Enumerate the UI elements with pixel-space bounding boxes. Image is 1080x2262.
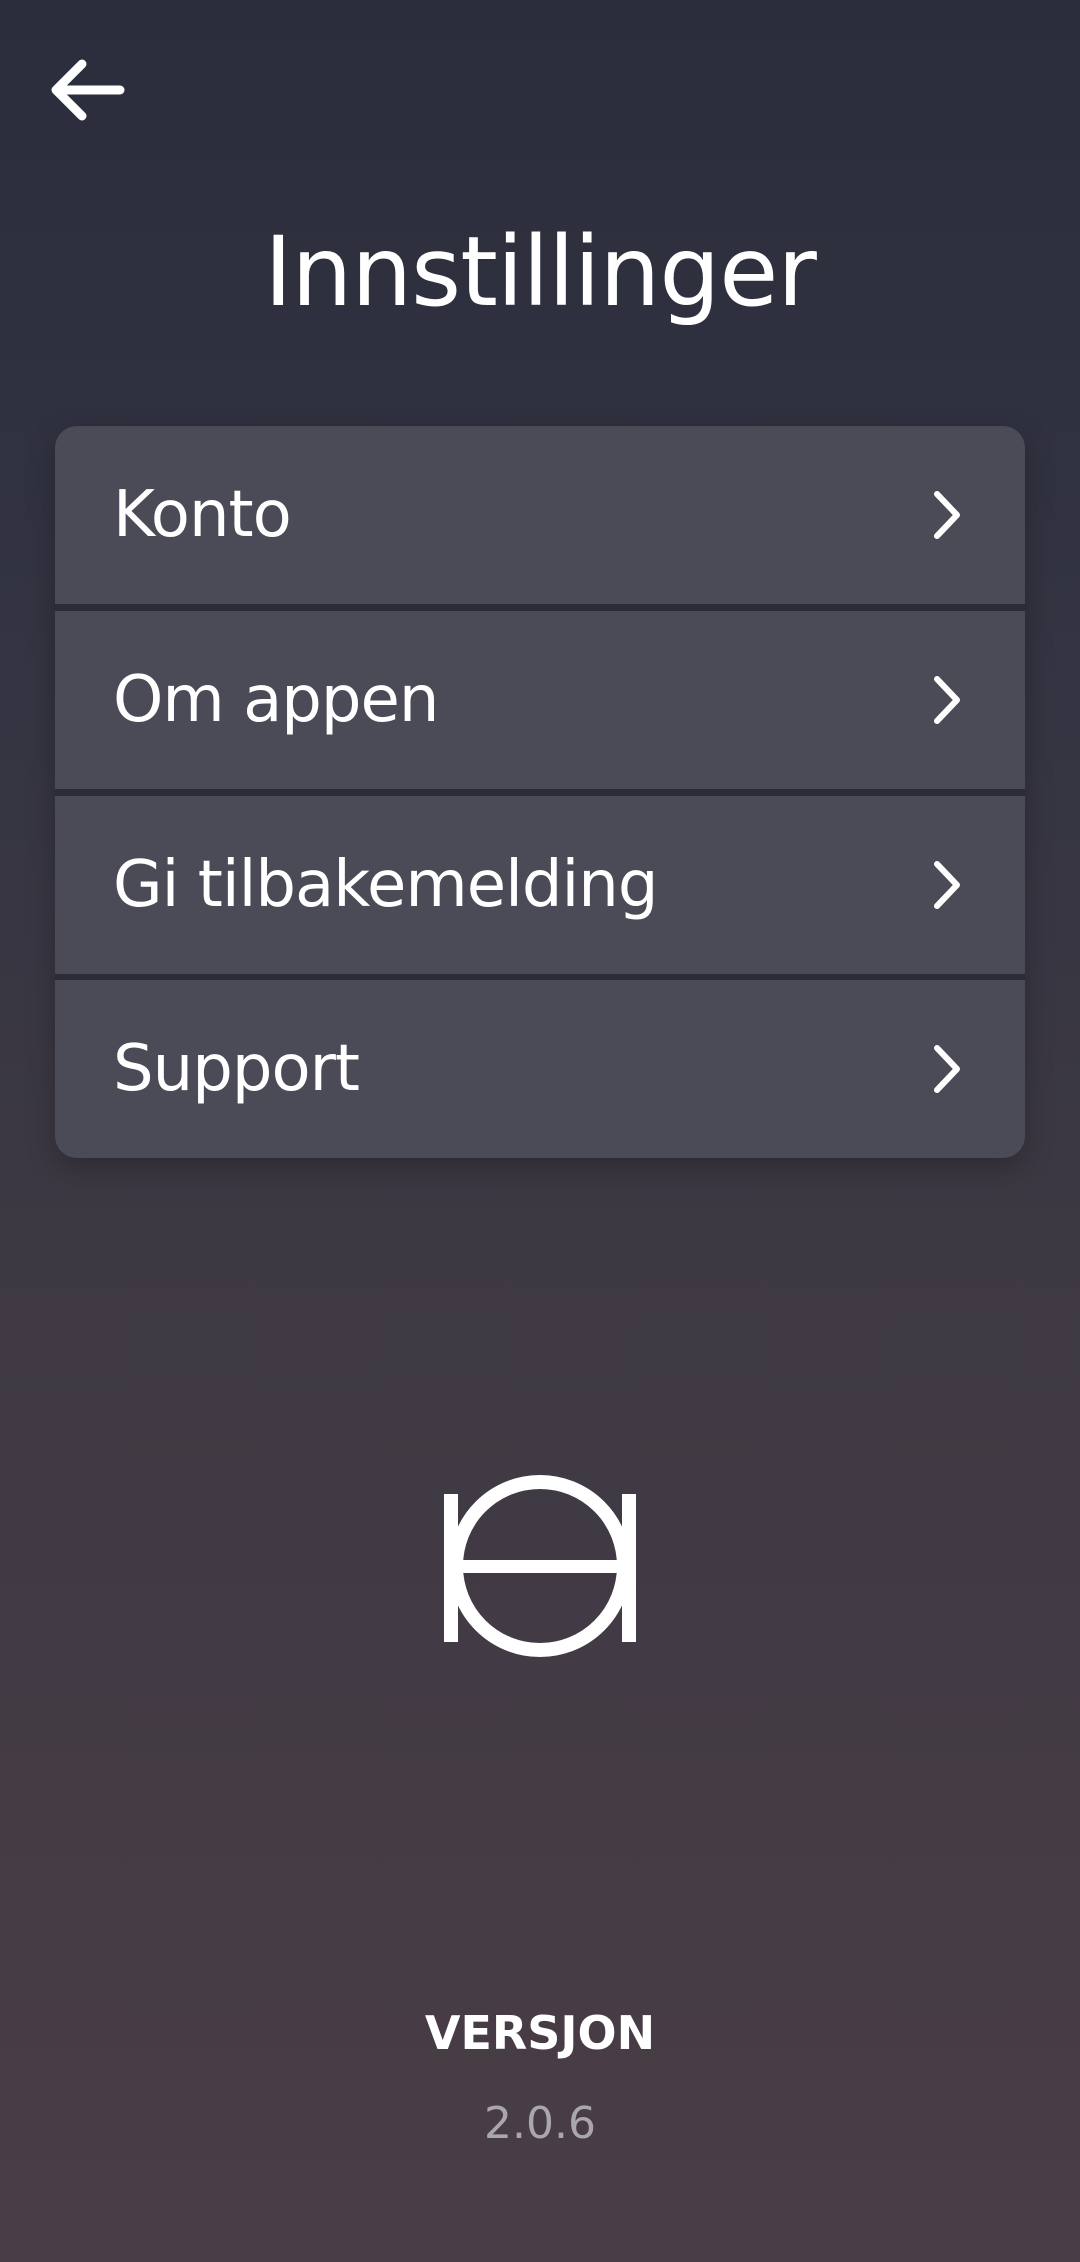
menu-item-label: Om appen bbox=[113, 663, 439, 737]
menu-item-support[interactable]: Support bbox=[55, 980, 1025, 1158]
settings-menu: Konto Om appen Gi tilbakemelding Support bbox=[55, 426, 1025, 1158]
version-value: 2.0.6 bbox=[484, 2098, 596, 2149]
page-title: Innstillinger bbox=[264, 216, 817, 328]
brand-logo-icon bbox=[444, 1475, 636, 1657]
back-button[interactable] bbox=[40, 50, 132, 130]
chevron-right-icon bbox=[934, 676, 960, 724]
menu-item-label: Gi tilbakemelding bbox=[113, 848, 658, 922]
menu-item-om-appen[interactable]: Om appen bbox=[55, 611, 1025, 789]
chevron-right-icon bbox=[934, 491, 960, 539]
menu-item-konto[interactable]: Konto bbox=[55, 426, 1025, 604]
menu-item-label: Support bbox=[113, 1032, 360, 1106]
arrow-left-icon bbox=[51, 59, 125, 121]
version-label: VERSJON bbox=[424, 2006, 656, 2060]
menu-item-gi-tilbakemelding[interactable]: Gi tilbakemelding bbox=[55, 796, 1025, 974]
chevron-right-icon bbox=[934, 861, 960, 909]
chevron-right-icon bbox=[934, 1045, 960, 1093]
menu-item-label: Konto bbox=[113, 478, 292, 552]
